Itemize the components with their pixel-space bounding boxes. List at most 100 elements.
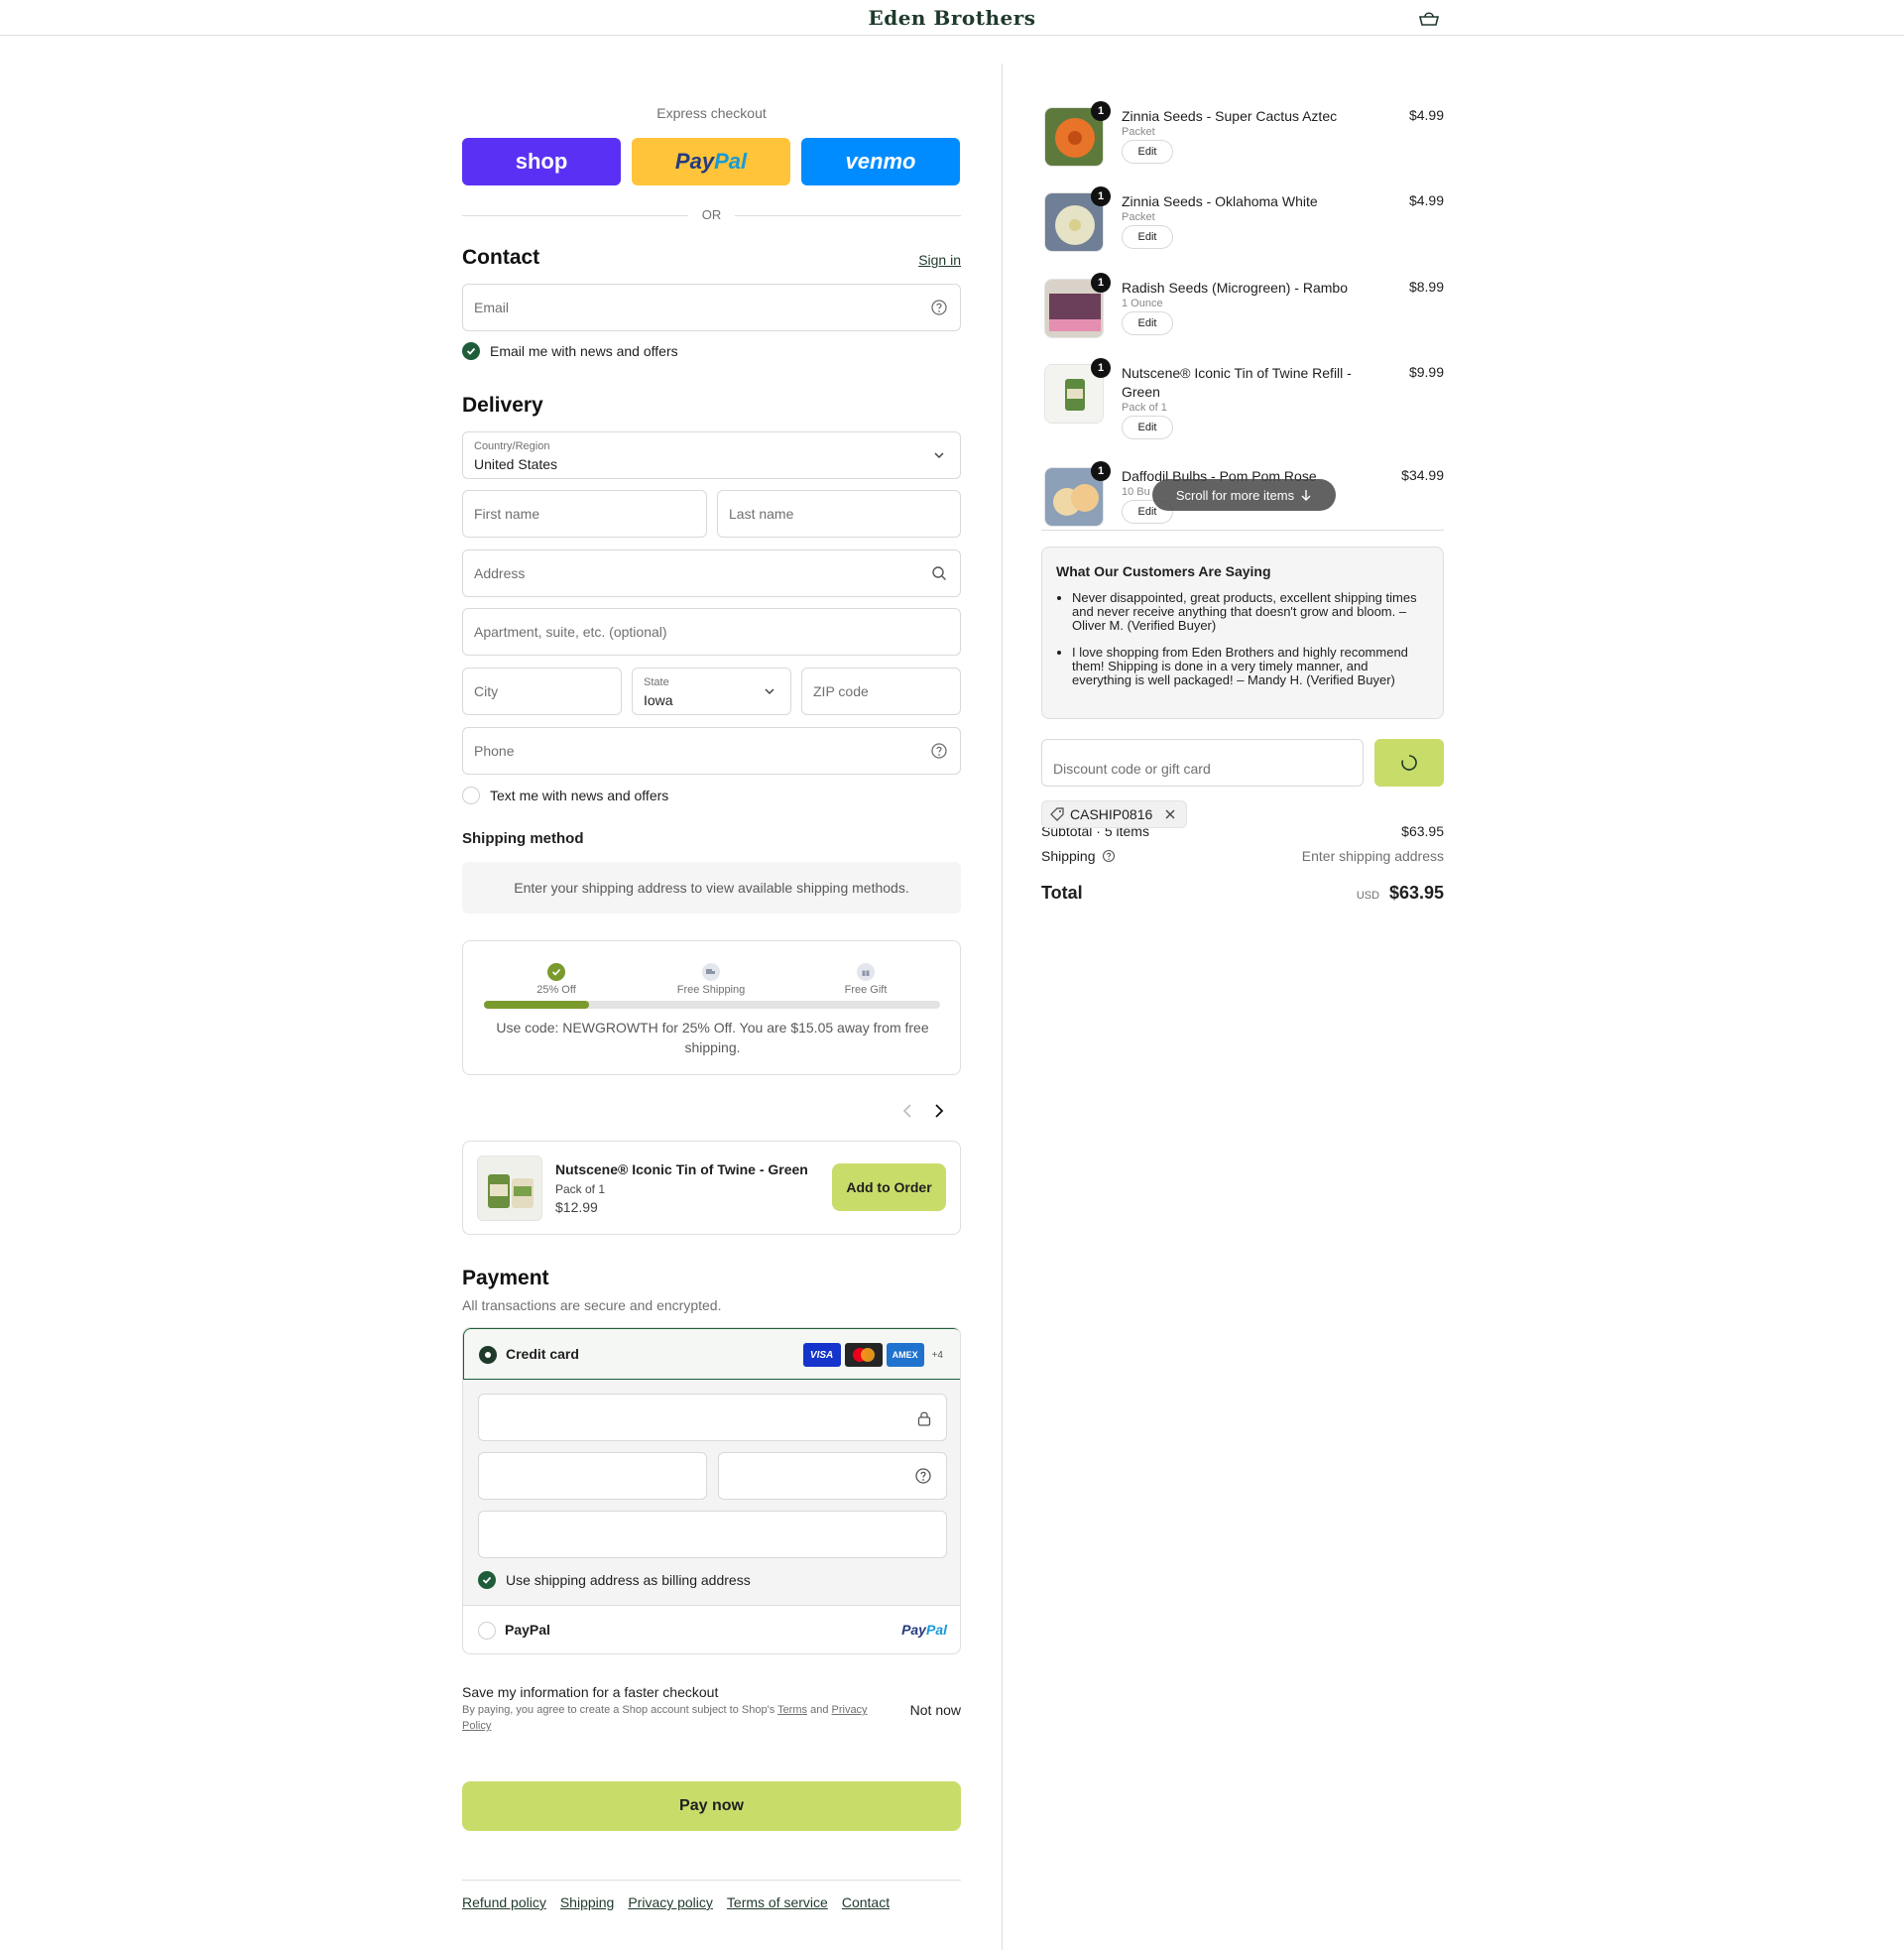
country-label: Country/Region [474, 440, 550, 452]
currency-label: USD [1356, 890, 1380, 902]
privacy-policy-link[interactable]: Privacy policy [628, 1894, 713, 1910]
quantity-badge: 1 [1091, 461, 1111, 481]
item-variant: Packet [1122, 126, 1155, 138]
item-variant: Pack of 1 [1122, 402, 1167, 414]
eden-brothers-logo[interactable]: Eden Brothers [0, 6, 1904, 30]
line-item: 1 Zinnia Seeds - Oklahoma White Packet E… [1041, 186, 1444, 262]
email-newsletter-checkbox[interactable]: Email me with news and offers [462, 342, 678, 360]
edit-item-button[interactable]: Edit [1122, 140, 1173, 164]
sign-in-link[interactable]: Sign in [918, 252, 961, 268]
milestone-label: 25% Off [536, 984, 576, 996]
last-name-field[interactable]: Last name [717, 490, 961, 538]
expiration-date-field[interactable] [478, 1452, 707, 1500]
email-field[interactable]: Email [462, 284, 961, 331]
card-brand-logos: VISA AMEX +4 [802, 1343, 943, 1367]
tag-icon [1050, 807, 1064, 821]
help-circle-icon[interactable] [914, 1467, 932, 1485]
phone-placeholder: Phone [474, 743, 515, 759]
shipping-value: Enter shipping address [1301, 848, 1444, 864]
carousel-controls [898, 1101, 958, 1125]
quantity-badge: 1 [1091, 186, 1111, 206]
state-select[interactable]: State Iowa [632, 668, 791, 715]
address-field[interactable]: Address [462, 549, 961, 597]
zip-field[interactable]: ZIP code [801, 668, 961, 715]
review-item: I love shopping from Eden Brothers and h… [1072, 646, 1429, 687]
radio-selected-icon[interactable] [479, 1346, 497, 1364]
applied-code-label: CASHIP0816 [1070, 806, 1153, 822]
paypal-express-button[interactable]: Pay Pal [632, 138, 790, 185]
payment-subtitle: All transactions are secure and encrypte… [462, 1297, 722, 1313]
loading-spinner-icon [1401, 755, 1417, 771]
twine-tin-image [477, 1156, 542, 1221]
phone-field[interactable]: Phone [462, 727, 961, 775]
sms-checkbox[interactable]: Text me with news and offers [462, 787, 668, 804]
item-variant: 10 Bu [1122, 486, 1150, 498]
paypal-logo-pay: Pay [901, 1622, 926, 1638]
credit-card-form: Use shipping address as billing address [463, 1380, 960, 1606]
shop-terms-link[interactable]: Terms [777, 1704, 807, 1716]
shipping-label: Shipping [1041, 848, 1096, 864]
help-circle-icon[interactable] [1102, 849, 1116, 863]
item-name: Zinnia Seeds - Super Cactus Aztec [1122, 108, 1338, 124]
first-name-field[interactable]: First name [462, 490, 707, 538]
terms-of-service-link[interactable]: Terms of service [727, 1894, 828, 1910]
discount-code-field[interactable]: Discount code or gift card [1041, 739, 1364, 787]
milestone-free-gift: Free Gift [806, 963, 925, 996]
chevron-right-icon[interactable] [928, 1101, 948, 1121]
search-icon [932, 566, 946, 580]
venmo-label: venmo [845, 149, 916, 174]
total-label: Total [1041, 883, 1083, 903]
edit-item-button[interactable]: Edit [1122, 225, 1173, 249]
contact-link[interactable]: Contact [842, 1894, 890, 1910]
quantity-badge: 1 [1091, 358, 1111, 378]
not-now-button[interactable]: Not now [910, 1702, 961, 1718]
cart-icon[interactable] [1418, 9, 1440, 27]
refund-policy-link[interactable]: Refund policy [462, 1894, 546, 1910]
billing-same-checkbox[interactable]: Use shipping address as billing address [478, 1571, 751, 1589]
paypal-option[interactable]: PayPal PayPal [463, 1606, 960, 1653]
upsell-product-name[interactable]: Nutscene® Iconic Tin of Twine - Green [555, 1161, 808, 1177]
checkbox-empty-icon[interactable] [462, 787, 480, 804]
edit-item-button[interactable]: Edit [1122, 311, 1173, 335]
credit-card-option[interactable]: Credit card VISA AMEX +4 [463, 1328, 960, 1380]
last-name-placeholder: Last name [729, 506, 794, 522]
pay-now-button[interactable]: Pay now [462, 1781, 961, 1831]
checkmark-icon[interactable] [478, 1571, 496, 1589]
name-on-card-field[interactable] [478, 1511, 947, 1558]
legal-and: and [810, 1704, 829, 1716]
edit-item-button[interactable]: Edit [1122, 416, 1173, 439]
shop-pay-button[interactable]: shop [462, 138, 621, 185]
security-code-field[interactable] [718, 1452, 947, 1500]
apartment-field[interactable]: Apartment, suite, etc. (optional) [462, 608, 961, 656]
express-checkout-label: Express checkout [656, 105, 767, 121]
shipping-link[interactable]: Shipping [560, 1894, 615, 1910]
item-price: $8.99 [1408, 279, 1444, 295]
paypal-logo-pay: Pay [674, 149, 715, 174]
contact-title: Contact [462, 246, 540, 269]
state-label: State [644, 676, 669, 688]
chevron-left-icon[interactable] [898, 1101, 918, 1121]
card-number-field[interactable] [478, 1394, 947, 1441]
save-info-legal: By paying, you agree to create a Shop ac… [462, 1702, 879, 1734]
close-icon[interactable] [1164, 808, 1176, 820]
scroll-for-more-button[interactable]: Scroll for more items [1152, 479, 1336, 511]
item-price: $34.99 [1401, 467, 1444, 483]
gift-icon [857, 963, 875, 981]
help-circle-icon[interactable] [930, 299, 948, 316]
add-to-order-button[interactable]: Add to Order [832, 1163, 946, 1211]
radio-empty-icon[interactable] [478, 1622, 496, 1640]
chevron-down-icon [934, 452, 944, 459]
truck-icon [702, 963, 720, 981]
item-price: $9.99 [1408, 364, 1444, 380]
country-select[interactable]: Country/Region United States [462, 431, 961, 479]
venmo-button[interactable]: venmo [801, 138, 960, 185]
city-field[interactable]: City [462, 668, 622, 715]
help-circle-icon[interactable] [930, 742, 948, 760]
apply-discount-button[interactable] [1374, 739, 1444, 787]
legal-text: By paying, you agree to create a Shop ac… [462, 1704, 775, 1716]
upsell-variant: Pack of 1 [555, 1182, 606, 1196]
checkmark-icon[interactable] [462, 342, 480, 360]
address-placeholder: Address [474, 565, 526, 581]
column-divider [1002, 63, 1003, 1950]
paypal-option-label: PayPal [505, 1622, 550, 1638]
